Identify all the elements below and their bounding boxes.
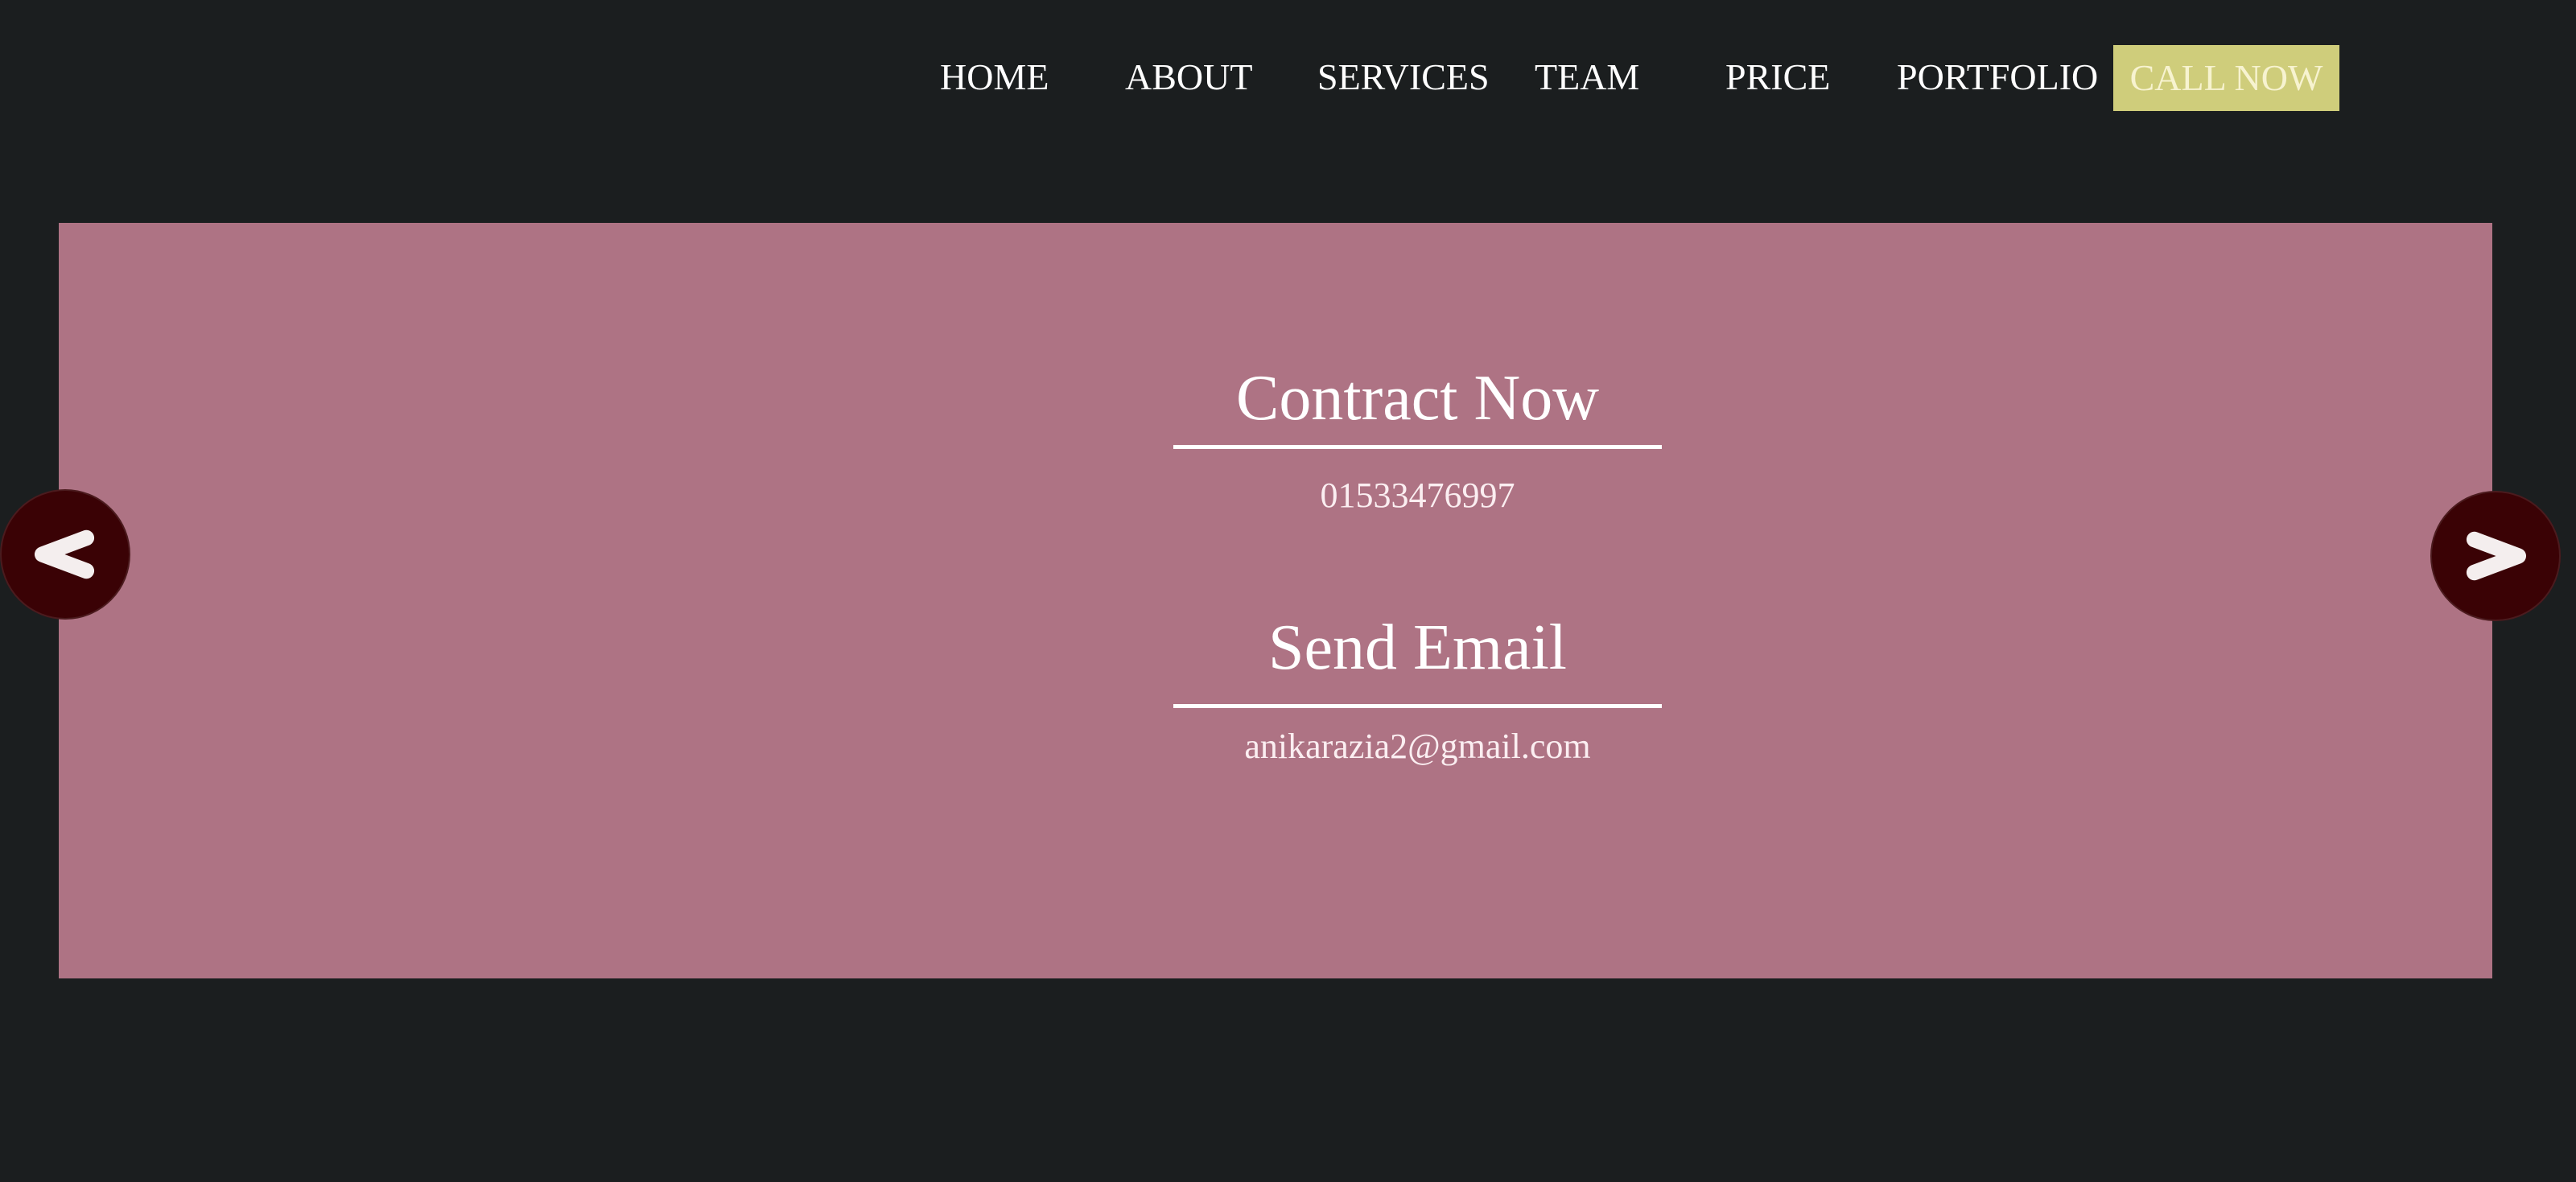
nav-link-portfolio[interactable]: PORTFOLIO bbox=[1897, 45, 2098, 109]
email-contact-block: Send Email anikarazia2@gmail.com bbox=[1173, 607, 1662, 771]
contact-slider bbox=[59, 223, 2492, 978]
phone-number[interactable]: 01533476997 bbox=[1173, 472, 1662, 520]
top-navigation: HOME ABOUT SERVICES TEAM PRICE PORTFOLIO… bbox=[0, 0, 2576, 161]
email-address[interactable]: anikarazia2@gmail.com bbox=[1173, 723, 1662, 771]
nav-link-services[interactable]: SERVICES bbox=[1317, 45, 1490, 109]
phone-heading: Contract Now bbox=[1235, 363, 1599, 434]
email-heading: Send Email bbox=[1267, 612, 1568, 683]
phone-contact-block: Contract Now 01533476997 bbox=[1173, 358, 1662, 520]
email-heading-divider bbox=[1173, 704, 1662, 708]
nav-link-home[interactable]: HOME bbox=[940, 45, 1049, 109]
slider-prev-button[interactable] bbox=[0, 489, 130, 620]
nav-link-team[interactable]: TEAM bbox=[1535, 45, 1639, 109]
phone-heading-divider bbox=[1173, 445, 1662, 449]
nav-link-about[interactable]: ABOUT bbox=[1125, 45, 1252, 109]
chevron-right-icon bbox=[2466, 531, 2527, 581]
call-now-button[interactable]: CALL NOW bbox=[2113, 45, 2339, 111]
slider-next-button[interactable] bbox=[2430, 491, 2561, 621]
chevron-left-icon bbox=[34, 529, 95, 579]
nav-link-price[interactable]: PRICE bbox=[1725, 45, 1830, 109]
